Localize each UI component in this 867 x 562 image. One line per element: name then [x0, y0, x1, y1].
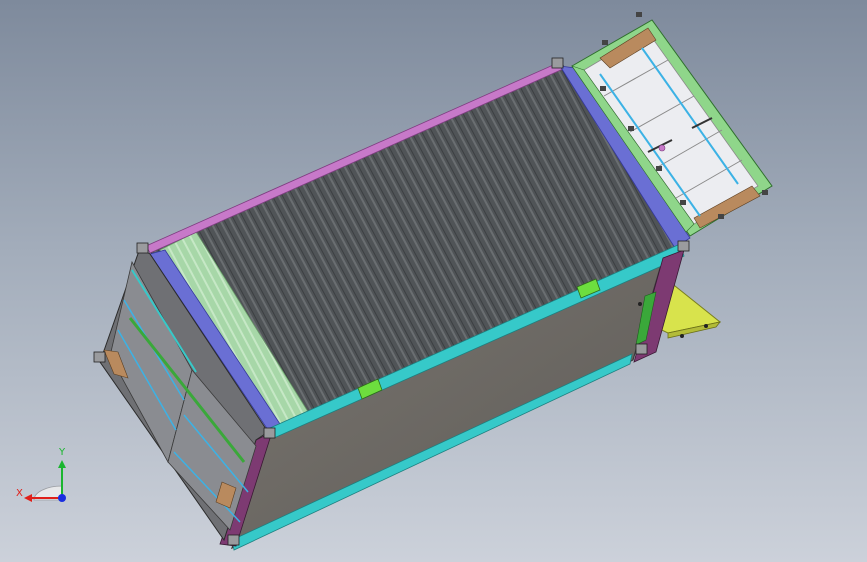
bolt-1: [704, 324, 708, 328]
corner-casting-3: [677, 240, 690, 252]
door-hinge-3: [656, 166, 662, 171]
door-hinge-5: [602, 40, 608, 45]
corner-casting-7: [635, 343, 648, 355]
corner-casting-1: [136, 242, 149, 254]
door-hinge-7: [718, 214, 724, 219]
corner-casting-2: [551, 57, 564, 69]
door-hinge-8: [762, 190, 768, 195]
z-axis-dot: [58, 494, 66, 502]
container-3d-model[interactable]: X Y: [0, 0, 867, 562]
y-axis-arrow: [58, 460, 66, 468]
coordinate-triad: X Y: [16, 447, 66, 502]
x-axis-label: X: [16, 488, 23, 499]
door-hinge-4: [680, 200, 686, 205]
cad-viewport[interactable]: X Y: [0, 0, 867, 562]
door-lock: [658, 144, 666, 152]
bolt-3: [638, 302, 642, 306]
x-axis-arrow: [24, 494, 32, 502]
bolt-2: [680, 334, 684, 338]
door-hinge-2: [628, 126, 634, 131]
corner-casting-6: [227, 534, 240, 546]
corner-casting-5: [93, 351, 106, 363]
corner-casting-4: [263, 427, 276, 439]
door-hinge-6: [636, 12, 642, 17]
door-hinge-1: [600, 86, 606, 91]
y-axis-label: Y: [58, 447, 66, 458]
